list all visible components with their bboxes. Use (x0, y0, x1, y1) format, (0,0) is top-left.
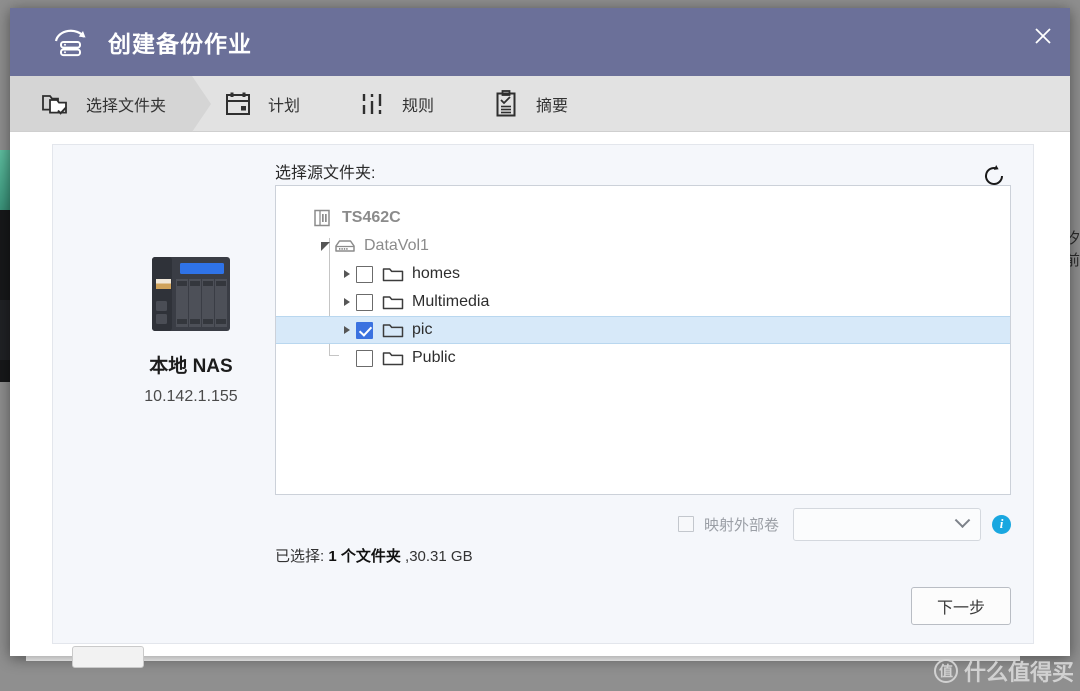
tree-node-public[interactable]: Public (276, 344, 1010, 372)
map-external-volume-label: 映射外部卷 (704, 514, 779, 535)
folder-icon (382, 322, 404, 339)
tab-rules[interactable]: 规则 (326, 76, 460, 131)
nas-device-icon (150, 255, 232, 333)
external-volume-row: 映射外部卷 i (275, 507, 1011, 541)
selection-summary-prefix: 已选择: (275, 548, 328, 565)
tree-node-volume-label: DataVol1 (364, 237, 429, 255)
tab-select-folder-label: 选择文件夹 (86, 92, 166, 116)
dialog-titlebar: 创建备份作业 (10, 8, 1070, 76)
tree-node-multimedia-label: Multimedia (412, 293, 489, 311)
folder-icon (382, 266, 404, 283)
source-folder-heading: 选择源文件夹: (275, 159, 375, 183)
checkbox-pic[interactable] (356, 322, 373, 339)
info-icon[interactable]: i (992, 515, 1011, 534)
close-button[interactable] (1016, 8, 1070, 64)
tree-node-homes-label: homes (412, 265, 460, 283)
chevron-down-icon (321, 242, 330, 251)
tree-node-root[interactable]: TS462C (276, 204, 1010, 232)
tree-node-multimedia[interactable]: Multimedia (276, 288, 1010, 316)
folder-icon (382, 294, 404, 311)
nas-chassis-icon (312, 208, 334, 228)
tab-summary[interactable]: 摘要 (460, 76, 594, 131)
tree-toggle-multimedia[interactable] (338, 298, 356, 306)
checkbox-homes[interactable] (356, 266, 373, 283)
tab-select-folder[interactable]: 选择文件夹 (10, 76, 192, 131)
source-selection-content: 本地 NAS 10.142.1.155 选择源文件夹: (53, 145, 1033, 643)
checkbox-public[interactable] (356, 350, 373, 367)
folder-check-icon (40, 89, 72, 119)
tab-schedule-label: 计划 (268, 92, 300, 116)
tree-node-pic[interactable]: pic (276, 316, 1010, 344)
tree-toggle-homes[interactable] (338, 270, 356, 278)
tree-node-public-label: Public (412, 349, 456, 367)
nas-backup-icon (50, 25, 90, 59)
chevron-down-icon (955, 512, 971, 528)
background-hidden-control (72, 646, 144, 668)
sliders-icon (356, 89, 388, 119)
tab-summary-label: 摘要 (536, 92, 568, 116)
chevron-right-icon (344, 298, 350, 306)
selection-summary: 已选择: 1 个文件夹 ,30.31 GB (275, 545, 473, 566)
folder-tree[interactable]: TS462C DataVol1 (275, 185, 1011, 495)
create-backup-job-dialog: 创建备份作业 选择文件夹 (10, 8, 1070, 656)
tree-node-root-label: TS462C (342, 209, 401, 227)
selection-summary-suffix: ,30.31 GB (401, 548, 473, 565)
selection-summary-count: 1 个文件夹 (328, 548, 401, 565)
clipboard-check-icon (490, 89, 522, 119)
next-button[interactable]: 下一步 (911, 587, 1011, 625)
tree-node-homes[interactable]: homes (276, 260, 1010, 288)
chevron-right-icon (344, 270, 350, 278)
tree-toggle-pic[interactable] (338, 326, 356, 334)
nas-ip-address: 10.142.1.155 (101, 388, 281, 406)
volume-icon (334, 238, 356, 254)
dialog-title: 创建备份作业 (108, 25, 252, 59)
tree-toggle-volume[interactable] (316, 242, 334, 251)
local-nas-card: 本地 NAS 10.142.1.155 (101, 255, 281, 406)
folder-tree-list: TS462C DataVol1 (276, 186, 1010, 372)
calendar-icon (222, 89, 254, 119)
nas-name: 本地 NAS (101, 351, 281, 378)
tab-schedule[interactable]: 计划 (192, 76, 326, 131)
folder-icon (382, 350, 404, 367)
wizard-tabs: 选择文件夹 计划 (10, 76, 1070, 132)
tab-rules-label: 规则 (402, 92, 434, 116)
tree-node-volume[interactable]: DataVol1 (276, 232, 1010, 260)
source-selection-panel: 本地 NAS 10.142.1.155 选择源文件夹: (52, 144, 1034, 644)
checkbox-multimedia[interactable] (356, 294, 373, 311)
dialog-body: 本地 NAS 10.142.1.155 选择源文件夹: (10, 132, 1070, 656)
external-volume-select[interactable] (793, 508, 981, 541)
chevron-right-icon (344, 326, 350, 334)
tree-node-pic-label: pic (412, 321, 432, 339)
checkbox-map-external-volume[interactable] (678, 516, 694, 532)
